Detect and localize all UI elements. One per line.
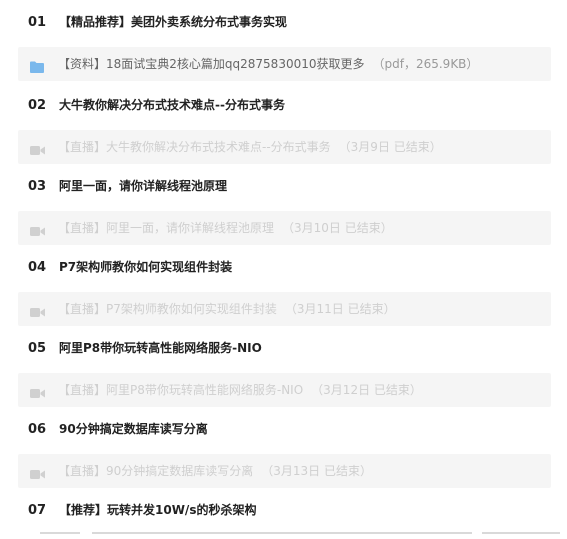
course-title: P7架构师教你如何实现组件封装 xyxy=(59,260,233,274)
course-heading: 03 阿里一面，请你详解线程池原理 xyxy=(28,174,227,196)
item-meta: （pdf，265.9KB） xyxy=(372,57,479,71)
course-number: 06 xyxy=(28,422,47,437)
course-heading: 05 阿里P8带你玩转高性能网络服务-NIO xyxy=(28,336,262,358)
item-meta: （3月9日 已结束） xyxy=(338,140,442,154)
live-item[interactable]: 【直播】阿里P8带你玩转高性能网络服务-NIO （3月12日 已结束） xyxy=(18,373,551,407)
course-title: 阿里P8带你玩转高性能网络服务-NIO xyxy=(59,341,262,355)
item-title: 【直播】大牛教你解决分布式技术难点--分布式事务 xyxy=(58,140,331,154)
item-meta: （3月11日 已结束） xyxy=(284,302,396,316)
item-title: 【直播】P7架构师教你如何实现组件封装 xyxy=(58,302,277,316)
folder-icon xyxy=(30,58,44,77)
item-title: 【直播】阿里一面，请你详解线程池原理 xyxy=(58,221,275,235)
material-item[interactable]: 【资料】18面试宝典2核心篇加qq2875830010获取更多 （pdf，265.… xyxy=(18,47,551,81)
course-number: 05 xyxy=(28,341,47,356)
course-title: 【推荐】玩转并发10W/s的秒杀架构 xyxy=(59,503,257,517)
course-title: 90分钟搞定数据库读写分离 xyxy=(59,422,208,436)
live-item[interactable]: 【直播】P7架构师教你如何实现组件封装 （3月11日 已结束） xyxy=(18,292,551,326)
course-number: 02 xyxy=(28,98,47,113)
course-heading: 04 P7架构师教你如何实现组件封装 xyxy=(28,255,232,277)
course-title: 阿里一面，请你详解线程池原理 xyxy=(59,179,228,193)
live-item[interactable]: 【直播】大牛教你解决分布式技术难点--分布式事务 （3月9日 已结束） xyxy=(18,130,551,164)
item-meta: （3月10日 已结束） xyxy=(282,221,393,235)
course-number: 07 xyxy=(28,503,47,518)
video-camera-icon xyxy=(30,384,45,403)
course-number: 01 xyxy=(28,15,47,30)
course-number: 04 xyxy=(28,260,47,275)
live-item[interactable]: 【直播】阿里一面，请你详解线程池原理 （3月10日 已结束） xyxy=(18,211,551,245)
course-heading: 07 【推荐】玩转并发10W/s的秒杀架构 xyxy=(28,498,256,520)
video-camera-icon xyxy=(30,222,45,241)
course-heading: 02 大牛教你解决分布式技术难点--分布式事务 xyxy=(28,93,285,115)
course-title: 大牛教你解决分布式技术难点--分布式事务 xyxy=(59,98,285,112)
item-meta: （3月13日 已结束） xyxy=(261,464,373,478)
video-camera-icon xyxy=(30,303,45,322)
truncated-item-row xyxy=(40,529,560,535)
course-title: 【精品推荐】美团外卖系统分布式事务实现 xyxy=(59,15,288,29)
item-meta: （3月12日 已结束） xyxy=(311,383,422,397)
course-heading: 06 90分钟搞定数据库读写分离 xyxy=(28,417,208,439)
video-camera-icon xyxy=(30,465,45,484)
item-title: 【资料】18面试宝典2核心篇加qq2875830010获取更多 xyxy=(58,57,365,71)
item-title: 【直播】90分钟搞定数据库读写分离 xyxy=(58,464,254,478)
item-title: 【直播】阿里P8带你玩转高性能网络服务-NIO xyxy=(58,383,304,397)
course-heading: 01 【精品推荐】美团外卖系统分布式事务实现 xyxy=(28,10,287,32)
course-number: 03 xyxy=(28,179,47,194)
live-item[interactable]: 【直播】90分钟搞定数据库读写分离 （3月13日 已结束） xyxy=(18,454,551,488)
video-camera-icon xyxy=(30,141,45,160)
